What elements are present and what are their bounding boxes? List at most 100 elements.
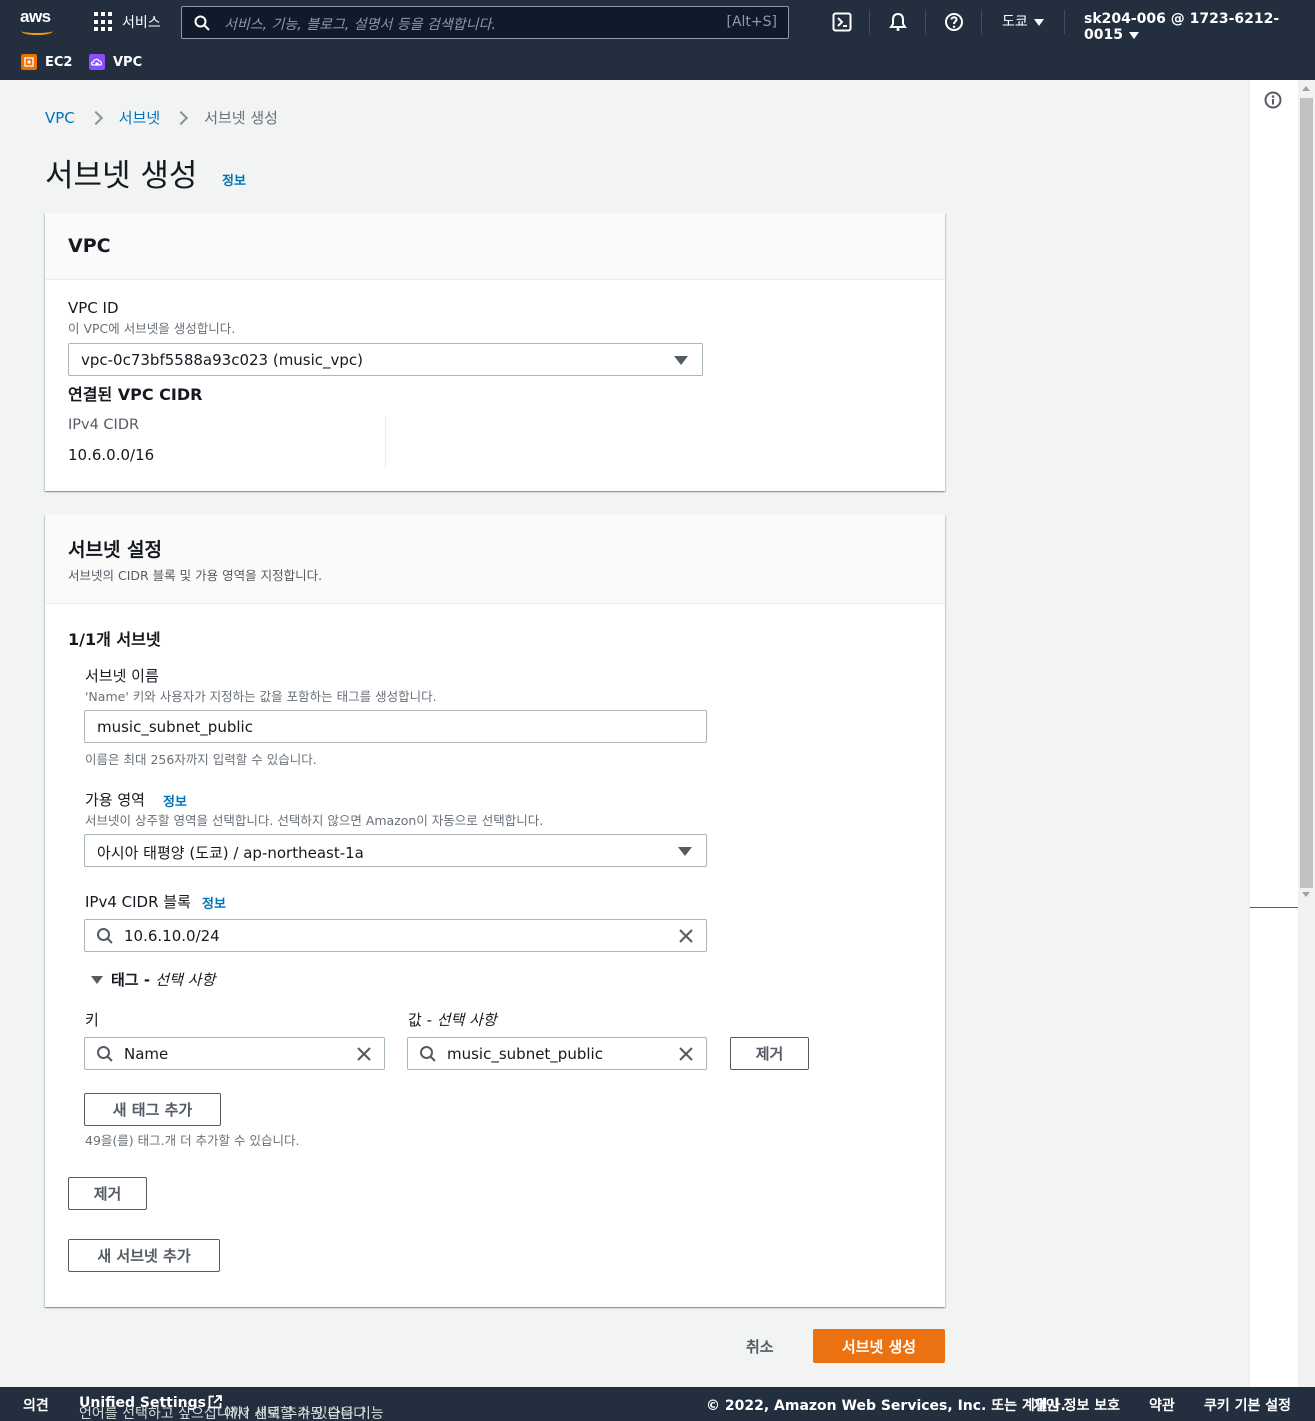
subnet-settings-panel: 서브넷 설정 서브넷의 CIDR 블록 및 가용 영역을 지정합니다. 1/1개… bbox=[45, 515, 945, 1307]
caret-down-icon bbox=[674, 356, 688, 365]
breadcrumb-subnets[interactable]: 서브넷 bbox=[119, 107, 160, 128]
search-icon bbox=[97, 928, 113, 944]
subnet-name-input[interactable]: music_subnet_public bbox=[84, 710, 707, 743]
remove-tag-button[interactable]: 제거 bbox=[730, 1037, 809, 1070]
subnet-name-value: music_subnet_public bbox=[97, 718, 253, 736]
subnet-panel-title: 서브넷 설정 bbox=[68, 539, 163, 561]
right-tools-panel bbox=[1249, 80, 1299, 1387]
subnet-panel-header: 서브넷 설정 서브넷의 CIDR 블록 및 가용 영역을 지정합니다. bbox=[45, 515, 945, 604]
language-message: 언어를 선택하고 싶으십니까? 새로 추가된 다음 기능 Unified Sett… bbox=[79, 1395, 384, 1421]
ec2-service-icon bbox=[21, 54, 37, 70]
vpc-id-description: 이 VPC에 서브넷을 생성합니다. bbox=[68, 321, 236, 336]
favorite-label: VPC bbox=[113, 54, 143, 70]
tag-value-optional-label: 선택 사항 bbox=[436, 1011, 497, 1029]
search-shortcut: [Alt+S] bbox=[726, 14, 778, 30]
create-subnet-button[interactable]: 서브넷 생성 bbox=[813, 1329, 945, 1363]
footer: 의견 언어를 선택하고 싶으십니까? 새로 추가된 다음 기능 Unified S… bbox=[0, 1387, 1315, 1421]
services-menu[interactable]: 서비스 bbox=[94, 11, 161, 33]
clear-icon[interactable] bbox=[677, 1045, 695, 1063]
aws-smile-icon bbox=[21, 27, 53, 35]
terms-link[interactable]: 약관 bbox=[1149, 1395, 1175, 1415]
tag-value-value: music_subnet_public bbox=[447, 1045, 603, 1063]
cancel-button[interactable]: 취소 bbox=[746, 1336, 774, 1357]
ipv4-cidr-label: IPv4 CIDR bbox=[68, 417, 140, 433]
availability-zone-label: 가용 영역 bbox=[85, 791, 145, 809]
availability-zone-select[interactable]: 아시아 태평양 (도쿄) / ap-northeast-1a bbox=[84, 834, 707, 867]
info-icon[interactable] bbox=[1264, 91, 1282, 109]
chevron-right-icon bbox=[174, 110, 189, 125]
tags-toggle-label: 태그 - bbox=[111, 971, 156, 989]
copyright: © 2022, Amazon Web Services, Inc. 또는 계열사… bbox=[706, 1398, 1066, 1414]
tag-key-label: 키 bbox=[85, 1011, 99, 1029]
global-search-input[interactable]: 서비스, 기능, 블로그, 설명서 등을 검색합니다. [Alt+S] bbox=[181, 6, 789, 39]
availability-zone-description: 서브넷이 상주할 영역을 선택합니다. 선택하지 않으면 Amazon이 자동으… bbox=[85, 813, 544, 828]
cloudshell-icon[interactable] bbox=[832, 12, 852, 32]
ipv4-cidr-block-input[interactable]: 10.6.10.0/24 bbox=[84, 919, 707, 952]
scroll-up-icon[interactable] bbox=[1302, 86, 1310, 91]
az-info-link[interactable]: 정보 bbox=[163, 791, 187, 810]
tags-remaining-hint: 49을(를) 태그.개 더 추가할 수 있습니다. bbox=[85, 1133, 300, 1148]
cidr-info-link[interactable]: 정보 bbox=[202, 893, 226, 912]
search-placeholder: 서비스, 기능, 블로그, 설명서 등을 검색합니다. bbox=[224, 17, 496, 33]
info-link[interactable]: 정보 bbox=[222, 170, 246, 189]
chevron-right-icon bbox=[88, 110, 103, 125]
help-icon[interactable] bbox=[944, 12, 964, 32]
tag-key-input[interactable]: Name bbox=[84, 1037, 385, 1070]
ipv4-cidr-block-value: 10.6.10.0/24 bbox=[124, 927, 220, 945]
grid-icon bbox=[94, 12, 114, 32]
search-icon bbox=[194, 15, 210, 31]
remove-subnet-button[interactable]: 제거 bbox=[68, 1177, 147, 1210]
region-label: 도쿄 bbox=[1002, 14, 1028, 30]
caret-down-icon bbox=[678, 847, 692, 856]
page-title: 서브넷 생성 bbox=[45, 158, 198, 194]
cookie-preferences-link[interactable]: 쿠키 기본 설정 bbox=[1204, 1395, 1291, 1415]
add-tag-button[interactable]: 새 태그 추가 bbox=[84, 1093, 221, 1126]
feedback-link[interactable]: 의견 bbox=[23, 1395, 49, 1415]
breadcrumb-vpc[interactable]: VPC bbox=[45, 109, 75, 127]
favorite-vpc[interactable]: VPC bbox=[89, 54, 142, 70]
availability-zone-value: 아시아 태평양 (도쿄) / ap-northeast-1a bbox=[97, 844, 364, 862]
scrollbar-thumb[interactable] bbox=[1300, 98, 1313, 888]
aws-logo[interactable]: aws bbox=[20, 7, 60, 35]
ipv4-cidr-block-label: IPv4 CIDR 블록 bbox=[85, 893, 191, 911]
scroll-down-icon[interactable] bbox=[1302, 892, 1310, 897]
caret-down-icon bbox=[1128, 31, 1139, 39]
tag-value-label: 값 - bbox=[408, 1011, 437, 1029]
rail-divider bbox=[1250, 907, 1299, 908]
bell-icon[interactable] bbox=[888, 12, 908, 32]
favorites-bar: EC2 VPC bbox=[0, 44, 1315, 80]
column-divider bbox=[385, 416, 386, 468]
tags-optional-label: 선택 사항 bbox=[155, 971, 216, 989]
vpc-id-select[interactable]: vpc-0c73bf5588a93c023 (music_vpc) bbox=[68, 343, 703, 376]
region-selector[interactable]: 도쿄 bbox=[1002, 11, 1044, 31]
vpc-service-icon bbox=[89, 54, 105, 70]
nav-divider bbox=[1064, 10, 1065, 34]
vpc-id-label: VPC ID bbox=[68, 299, 119, 317]
subnet-name-description: 'Name' 키와 사용자가 지정하는 값을 포함하는 태그를 생성합니다. bbox=[85, 689, 437, 704]
caret-down-icon bbox=[91, 975, 103, 984]
nav-main-row: aws 서비스 서비스, 기능, 블로그, 설명서 등을 검색합니다. [Alt… bbox=[0, 0, 1315, 44]
tags-toggle[interactable]: 태그 - 선택 사항 bbox=[91, 969, 215, 990]
nav-divider bbox=[981, 10, 982, 34]
caret-down-icon bbox=[1033, 18, 1044, 26]
clear-icon[interactable] bbox=[355, 1045, 373, 1063]
search-icon bbox=[420, 1046, 436, 1062]
favorite-label: EC2 bbox=[45, 54, 73, 70]
ipv4-cidr-value: 10.6.0.0/16 bbox=[68, 446, 155, 464]
vpc-panel: VPC VPC ID 이 VPC에 서브넷을 생성합니다. vpc-0c73bf… bbox=[45, 213, 945, 491]
vpc-panel-header: VPC bbox=[45, 213, 945, 280]
tag-value-input[interactable]: music_subnet_public bbox=[407, 1037, 707, 1070]
vpc-panel-title: VPC bbox=[68, 235, 111, 257]
services-label: 서비스 bbox=[122, 15, 161, 31]
aws-logo-text: aws bbox=[20, 7, 51, 26]
breadcrumb: VPC 서브넷 서브넷 생성 bbox=[45, 107, 278, 128]
privacy-link[interactable]: 개인 정보 보호 bbox=[1033, 1395, 1120, 1415]
add-subnet-button[interactable]: 새 서브넷 추가 bbox=[68, 1239, 220, 1272]
nav-divider bbox=[869, 10, 870, 34]
favorite-ec2[interactable]: EC2 bbox=[21, 54, 72, 70]
breadcrumb-current: 서브넷 생성 bbox=[204, 109, 278, 127]
clear-icon[interactable] bbox=[677, 927, 695, 945]
top-navigation: aws 서비스 서비스, 기능, 블로그, 설명서 등을 검색합니다. [Alt… bbox=[0, 0, 1315, 80]
account-menu[interactable]: sk204-006 @ 1723-6212-0015 bbox=[1084, 11, 1315, 43]
scrollbar[interactable] bbox=[1298, 80, 1315, 1387]
